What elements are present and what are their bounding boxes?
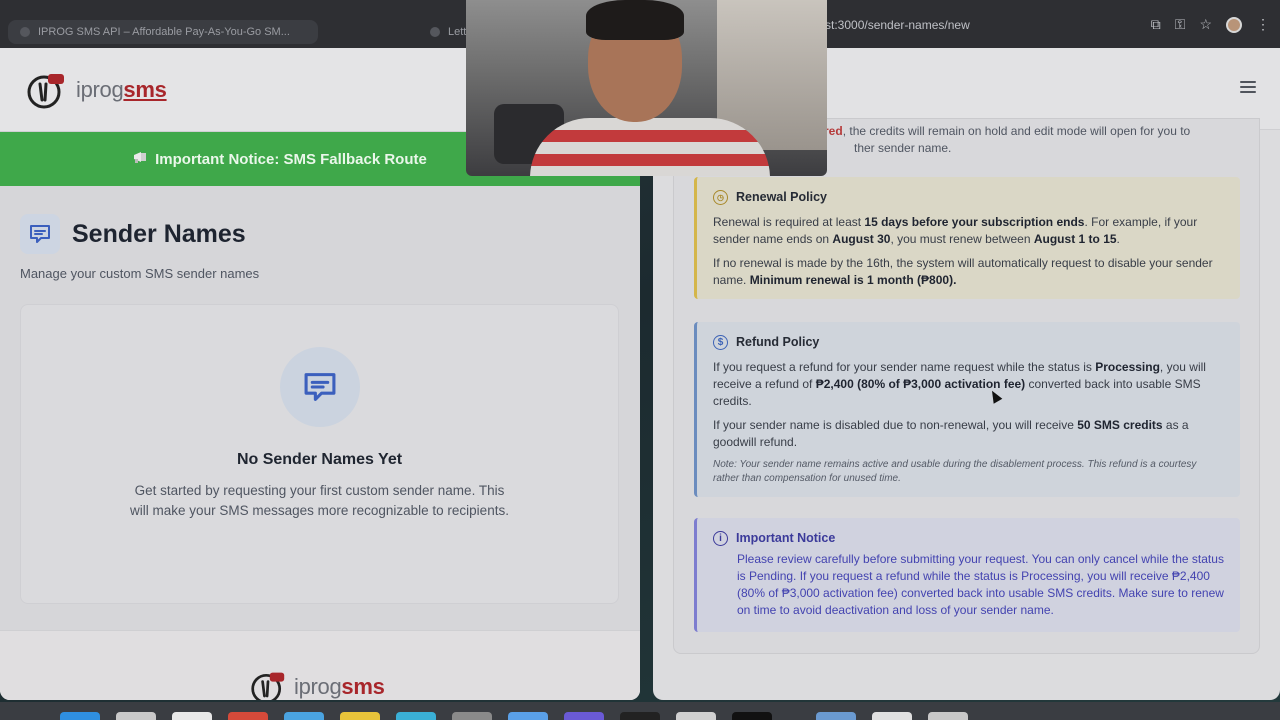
refund-paragraph-2: If your sender name is disabled due to n… xyxy=(713,417,1224,451)
webcam-overlay xyxy=(466,0,827,176)
dock-app-icon[interactable] xyxy=(872,712,912,720)
important-heading-text: Important Notice xyxy=(736,531,836,545)
browser-toolbar: ⧉ ⚿ ☆ ⋮ xyxy=(1151,16,1270,33)
renewal-heading-text: Renewal Policy xyxy=(736,190,828,204)
text: If your sender name is disabled due to n… xyxy=(713,418,1078,432)
title-row: Sender Names xyxy=(20,214,620,254)
page-footer: iprogsms xyxy=(0,630,640,700)
sender-names-page: Sender Names Manage your custom SMS send… xyxy=(0,186,640,700)
dock-app-icon[interactable] xyxy=(284,712,324,720)
hamburger-menu-icon[interactable] xyxy=(1240,81,1256,93)
renewal-policy-heading: ◷ Renewal Policy xyxy=(713,189,1224,206)
text: Minimum renewal is 1 month (₱800). xyxy=(749,273,957,287)
empty-state-title: No Sender Names Yet xyxy=(236,451,403,468)
presenter-hair xyxy=(586,0,684,40)
dock-app-icon[interactable] xyxy=(396,712,436,720)
logo-suffix: sms xyxy=(341,674,385,699)
text: Renewal is required at least xyxy=(713,215,865,229)
tab-iprog-sms[interactable]: IPROG SMS API – Affordable Pay-As-You-Go… xyxy=(8,20,318,44)
renewal-policy-box: ◷ Renewal Policy Renewal is required at … xyxy=(694,177,1240,299)
footer-logo[interactable]: iprogsms xyxy=(250,669,385,700)
favicon-icon xyxy=(430,27,440,37)
dock-app-icon[interactable] xyxy=(340,712,380,720)
refund-paragraph-1: If you request a refund for your sender … xyxy=(713,359,1224,410)
renewal-paragraph-1: Renewal is required at least 15 days bef… xyxy=(713,214,1224,248)
url-text[interactable]: st:3000/sender-names/new xyxy=(825,18,970,32)
clock-icon: ◷ xyxy=(713,190,728,205)
text: 15 days before your subscription ends xyxy=(864,215,1085,229)
empty-state-card: No Sender Names Yet Get started by reque… xyxy=(20,304,619,604)
text: 50 SMS credits xyxy=(1077,418,1163,432)
dollar-icon: $ xyxy=(713,335,728,350)
text: August 1 to 15 xyxy=(1033,232,1117,246)
request-form-panel: red, the credits will remain on hold and… xyxy=(673,118,1260,654)
tab-label: IPROG SMS API – Affordable Pay-As-You-Go… xyxy=(38,26,290,38)
logo-icon xyxy=(251,672,285,700)
dock-app-icon[interactable] xyxy=(620,712,660,720)
text: August 30 xyxy=(832,232,891,246)
footer-logo-text: iprogsms xyxy=(294,674,385,700)
logo-text[interactable]: iprogsms xyxy=(76,77,167,103)
renewal-paragraph-2: If no renewal is made by the 16th, the s… xyxy=(713,255,1224,289)
dock-app-icon[interactable] xyxy=(172,712,212,720)
info-icon: i xyxy=(713,531,728,546)
dock-app-icon[interactable] xyxy=(928,712,968,720)
logo-icon[interactable] xyxy=(26,70,66,110)
presenter-shirt xyxy=(530,118,770,176)
text: , you must renew between xyxy=(890,232,1034,246)
dock-app-icon[interactable] xyxy=(816,712,856,720)
message-icon xyxy=(279,347,360,427)
profile-avatar[interactable] xyxy=(1226,16,1242,33)
logo-suffix: sms xyxy=(123,76,167,102)
text: . xyxy=(1116,232,1120,246)
megaphone-icon xyxy=(133,150,149,168)
page-subtitle: Manage your custom SMS sender names xyxy=(20,266,260,281)
favicon-icon xyxy=(20,27,30,37)
dock-app-icon[interactable] xyxy=(60,712,100,720)
empty-state-text: Get started by requesting your first cus… xyxy=(130,483,509,518)
cancel-info-line1: , the credits will remain on hold and ed… xyxy=(842,124,1191,138)
refund-note: Note: Your sender name remains active an… xyxy=(713,459,1197,484)
dock-app-icon[interactable] xyxy=(452,712,492,720)
dock-app-icon[interactable] xyxy=(508,712,548,720)
dock-app-icon[interactable] xyxy=(116,712,156,720)
text: Processing xyxy=(1095,360,1160,374)
dock-app-icon[interactable] xyxy=(228,712,268,720)
page-title: Sender Names xyxy=(72,219,246,248)
important-notice-text: Please review carefully before submittin… xyxy=(737,552,1224,617)
install-app-icon[interactable]: ⧉ xyxy=(1151,16,1161,33)
refund-heading-text: Refund Policy xyxy=(736,335,820,349)
more-menu-icon[interactable]: ⋮ xyxy=(1256,16,1270,33)
logo-prefix: iprog xyxy=(294,674,342,699)
dock-app-icon[interactable] xyxy=(732,712,772,720)
refund-policy-heading: $ Refund Policy xyxy=(713,334,1224,351)
dock-app-icon[interactable] xyxy=(676,712,716,720)
message-icon xyxy=(20,214,60,254)
bookmark-star-icon[interactable]: ☆ xyxy=(1199,16,1212,33)
important-notice-box: i Important Notice Please review careful… xyxy=(694,518,1240,632)
text: If you request a refund for your sender … xyxy=(713,360,1096,374)
password-key-icon[interactable]: ⚿ xyxy=(1175,16,1186,33)
dock xyxy=(0,702,1280,720)
logo-prefix: iprog xyxy=(76,76,124,102)
refund-policy-box: $ Refund Policy If you request a refund … xyxy=(694,322,1240,497)
important-notice-heading: i Important Notice xyxy=(713,530,1224,547)
notice-text: Important Notice: SMS Fallback Route xyxy=(155,150,427,168)
dock-app-icon[interactable] xyxy=(564,712,604,720)
